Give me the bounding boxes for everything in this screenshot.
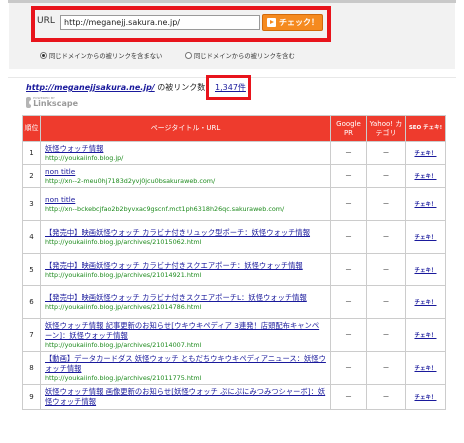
row-google-pr: － <box>330 187 367 222</box>
table-header-row: 順位 ページタイトル・URL Google PR Yahoo! カテゴリ SEO… <box>22 115 446 142</box>
row-title-cell: non title http://xn--bckebcjfao2b2byvxac9… <box>40 187 331 222</box>
row-rank: 2 <box>22 164 41 189</box>
row-title-cell: 【発売中】映画妖怪ウォッチ カラビナ付きスクエアポーチL：妖怪ウォッチ情報 htt… <box>40 285 331 320</box>
row-seo-check-link[interactable]: チェキ！ <box>414 300 436 306</box>
row-google-pr: － <box>330 253 367 287</box>
backlink-table: 順位 ページタイトル・URL Google PR Yahoo! カテゴリ SEO… <box>22 115 446 411</box>
row-title-cell: 【動画】データカードダス 妖怪ウォッチ ともだちウキウキペディアニュース：妖怪ウ… <box>40 351 331 386</box>
row-title-link[interactable]: 【動画】データカードダス 妖怪ウォッチ ともだちウキウキペディアニュース：妖怪ウ… <box>45 354 326 373</box>
row-title-cell: 【発売中】映画妖怪ウォッチ カラビナ付きスクエアポーチ：妖怪ウォッチ情報 http… <box>40 253 331 287</box>
row-url: http://youkaiinfo.blog.jp/archives/21014… <box>45 341 202 350</box>
table-row: 8 【動画】データカードダス 妖怪ウォッチ ともだちウキウキペディアニュース：妖怪… <box>22 351 446 386</box>
row-title-cell: 妖怪ウォッチ情報 画像更新のお知らせ[妖怪ウォッチ ぷにぷにみつみつシャーボ]：… <box>40 384 331 411</box>
row-title-link[interactable]: 妖怪ウォッチ情報 画像更新のお知らせ[妖怪ウォッチ ぷにぷにみつみつシャーボ]：… <box>45 387 325 406</box>
check-button[interactable]: チェック！ <box>262 14 323 31</box>
row-google-pr: － <box>330 220 367 255</box>
row-yahoo-category: － <box>366 384 406 411</box>
row-seo-check-link[interactable]: チェキ！ <box>414 333 436 339</box>
row-seo-check-link[interactable]: チェキ！ <box>414 202 436 208</box>
row-yahoo-category: － <box>366 164 406 189</box>
table-row: 7 妖怪ウォッチ情報 記事更新のお知らせ[ウキウキペディア 3連発！店頭配布キャン… <box>22 318 446 353</box>
radio-include-same-domain[interactable]: 同じドメインからの被リンクを含む <box>185 51 295 60</box>
header-title: ページタイトル・URL <box>40 115 331 142</box>
row-rank: 8 <box>22 351 41 386</box>
row-google-pr: － <box>330 140 367 166</box>
radio-exclude-same-domain[interactable]: 同じドメインからの被リンクを含まない <box>40 51 162 60</box>
row-title-cell: 妖怪ウォッチ情報 記事更新のお知らせ[ウキウキペディア 3連発！店頭配布キャンペ… <box>40 318 331 353</box>
check-button-label: チェック！ <box>279 18 319 27</box>
row-rank: 4 <box>22 220 41 255</box>
row-title-link[interactable]: non title <box>45 195 75 204</box>
row-title-cell: non title http://xn--2-meu0hj7183d2yvj0jc… <box>40 164 331 189</box>
radio-label: 同じドメインからの被リンクを含む <box>194 53 295 60</box>
row-rank: 1 <box>22 140 41 166</box>
row-title-link[interactable]: 【発売中】映画妖怪ウォッチ カラビナ付きスクエアポーチ：妖怪ウォッチ情報 <box>45 261 303 270</box>
row-google-pr: － <box>330 351 367 386</box>
url-label: URL <box>37 16 55 26</box>
row-title-link[interactable]: 妖怪ウォッチ情報 <box>45 144 103 153</box>
linkscape-icon <box>26 97 35 108</box>
row-url: http://xn--2-meu0hj7183d2yvj0jcu0bsakura… <box>45 177 216 186</box>
row-seo-check-link[interactable]: チェキ！ <box>414 174 436 180</box>
row-title-link[interactable]: 妖怪ウォッチ情報 記事更新のお知らせ[ウキウキペディア 3連発！店頭配布キャンペ… <box>45 321 319 340</box>
row-url: http://xn--bckebcjfao2b2byvxac9gscnf.mct… <box>45 205 285 214</box>
row-url: http://youkaiinfo.blog.jp/archives/21011… <box>45 374 202 383</box>
row-rank: 6 <box>22 285 41 320</box>
row-seo-check-link[interactable]: チェキ！ <box>414 395 436 401</box>
header-google-pr: Google PR <box>330 115 367 142</box>
result-suffix: の被リンク数 <box>154 83 206 92</box>
row-url: http://youkaiinfo.blog.jp/archives/21014… <box>45 270 202 279</box>
row-yahoo-category: － <box>366 351 406 386</box>
radio-button[interactable] <box>185 52 192 59</box>
row-rank: 3 <box>22 187 41 222</box>
row-yahoo-category: － <box>366 285 406 320</box>
table-row: 1 妖怪ウォッチ情報 http://youkaiinfo.blog.jp/－－チェキ… <box>22 140 446 166</box>
row-title-link[interactable]: 【発売中】映画妖怪ウォッチ カラビナ付きリュック型ポーチ：妖怪ウォッチ情報 <box>45 228 310 237</box>
row-google-pr: － <box>330 384 367 411</box>
result-url-link[interactable]: http://meganejjsakura.ne.jp/ <box>26 83 155 92</box>
row-yahoo-category: － <box>366 140 406 166</box>
row-google-pr: － <box>330 164 367 189</box>
row-url: http://youkaiinfo.blog.jp/ <box>45 153 124 162</box>
row-title-cell: 妖怪ウォッチ情報 http://youkaiinfo.blog.jp/ <box>40 140 331 166</box>
row-yahoo-category: － <box>366 318 406 353</box>
table-row: 9 妖怪ウォッチ情報 画像更新のお知らせ[妖怪ウォッチ ぷにぷにみつみつシャーボ]… <box>22 384 446 411</box>
row-url: http://youkaiinfo.blog.jp/archives/21015… <box>45 238 202 247</box>
row-seo-check-link[interactable]: チェキ！ <box>414 235 436 241</box>
radio-label: 同じドメインからの被リンクを含まない <box>49 53 163 60</box>
linkscape-label: Linkscape <box>33 99 78 108</box>
row-title-link[interactable]: non title <box>45 167 75 176</box>
row-rank: 7 <box>22 318 41 353</box>
table-row: 3 non title http://xn--bckebcjfao2b2byvxac… <box>22 187 446 222</box>
row-google-pr: － <box>330 318 367 353</box>
table-row: 5 【発売中】映画妖怪ウォッチ カラビナ付きスクエアポーチ：妖怪ウォッチ情報 htt… <box>22 253 446 287</box>
row-seo-check-link[interactable]: チェキ！ <box>414 366 436 372</box>
backlink-count-link[interactable]: 1,347件 <box>215 82 246 93</box>
row-title-link[interactable]: 【発売中】映画妖怪ウォッチ カラビナ付きスクエアポーチL：妖怪ウォッチ情報 <box>45 293 307 302</box>
table-row: 2 non title http://xn--2-meu0hj7183d2yvj0j… <box>22 164 446 189</box>
row-seo-check-link[interactable]: チェキ！ <box>414 268 436 274</box>
table-row: 4 【発売中】映画妖怪ウォッチ カラビナ付きリュック型ポーチ：妖怪ウォッチ情報 ht… <box>22 220 446 255</box>
row-seo-check-link[interactable]: チェキ！ <box>414 151 436 157</box>
row-rank: 9 <box>22 384 41 411</box>
header-seo-check: SEO チェキ! <box>405 115 446 142</box>
row-rank: 5 <box>22 253 41 287</box>
row-url: http://youkaiinfo.blog.jp/archives/21014… <box>45 303 202 312</box>
url-input[interactable] <box>60 15 260 30</box>
row-yahoo-category: － <box>366 187 406 222</box>
row-yahoo-category: － <box>366 220 406 255</box>
header-yahoo-category: Yahoo! カテゴリ <box>366 115 406 142</box>
linkscape-logo: POWERED BY Linkscape <box>26 96 78 109</box>
row-google-pr: － <box>330 285 367 320</box>
table-row: 6 【発売中】映画妖怪ウォッチ カラビナ付きスクエアポーチL：妖怪ウォッチ情報 ht… <box>22 285 446 320</box>
row-yahoo-category: － <box>366 253 406 287</box>
row-title-cell: 【発売中】映画妖怪ウォッチ カラビナ付きリュック型ポーチ：妖怪ウォッチ情報 htt… <box>40 220 331 255</box>
arrow-right-icon <box>267 18 276 27</box>
result-summary: http://meganejjsakura.ne.jp/ の被リンク数 <box>26 82 205 93</box>
header-rank: 順位 <box>22 115 41 142</box>
radio-button[interactable] <box>40 52 47 59</box>
